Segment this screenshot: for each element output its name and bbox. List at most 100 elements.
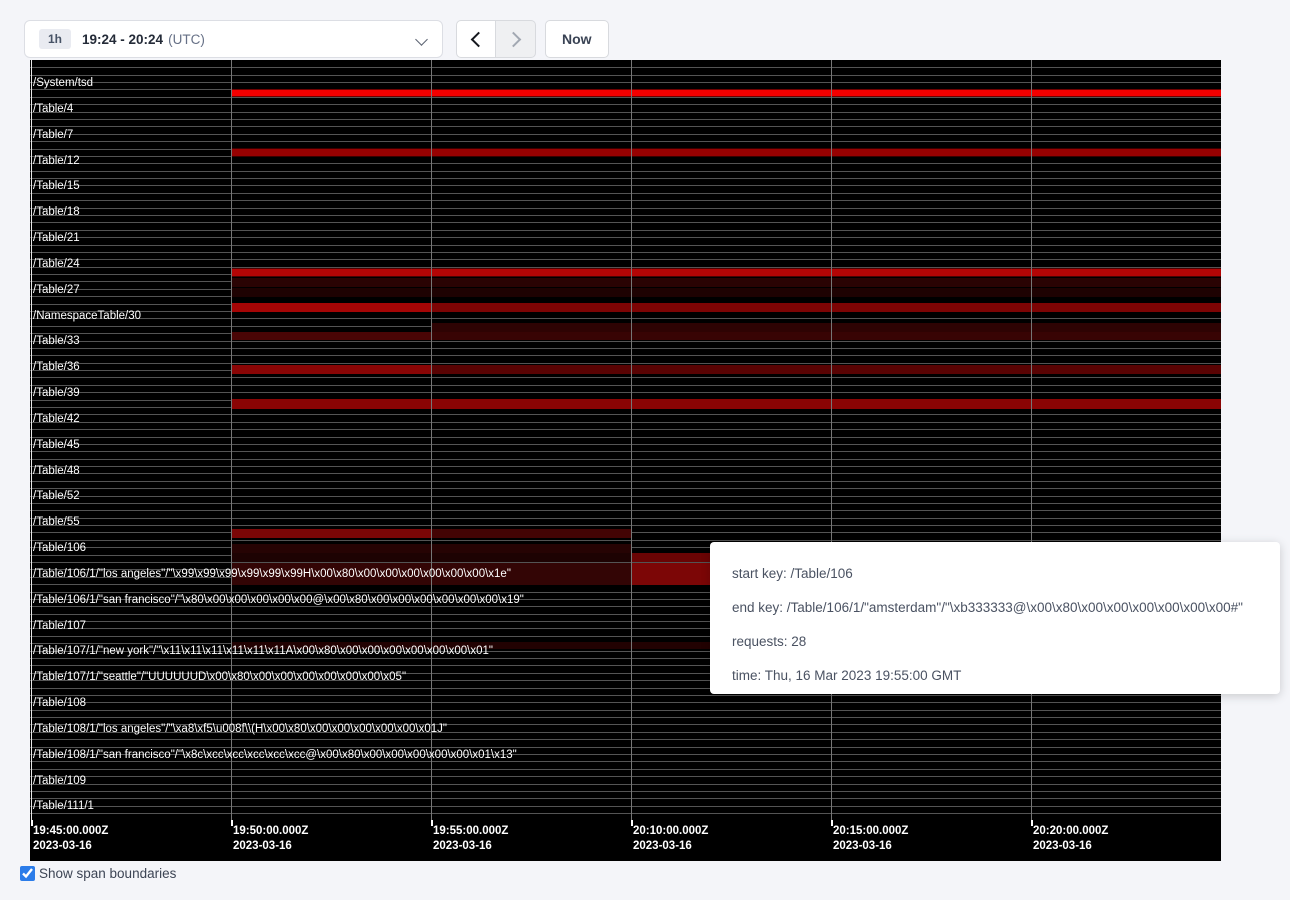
time-range-timezone: (UTC) xyxy=(168,32,205,47)
row-label: /Table/15 xyxy=(33,179,80,193)
row-label: /Table/106/1/"san francisco"/"\x80\x00\x… xyxy=(33,593,524,607)
span-boundary-line xyxy=(30,466,1221,467)
span-boundary-line xyxy=(30,813,1221,814)
row-label: /Table/108 xyxy=(33,696,86,710)
chevron-left-icon xyxy=(470,31,486,47)
span-boundary-line xyxy=(30,540,1221,541)
span-boundary-line xyxy=(30,171,1221,172)
heatmap-band xyxy=(231,332,431,341)
span-boundary-line xyxy=(30,791,1221,792)
span-boundary-line xyxy=(30,518,1221,519)
span-boundary-line xyxy=(30,178,1221,179)
span-boundary-line xyxy=(30,525,1221,526)
row-label: /Table/107 xyxy=(33,619,86,633)
time-range-select[interactable]: 1h 19:24 - 20:24 (UTC) xyxy=(24,20,443,58)
span-boundary-line xyxy=(30,717,1221,718)
span-boundary-line xyxy=(30,806,1221,807)
span-boundary-line xyxy=(30,702,1221,703)
next-time-button[interactable] xyxy=(496,20,536,58)
row-label: /Table/39 xyxy=(33,386,80,400)
span-boundary-line xyxy=(30,496,1221,497)
span-boundary-line xyxy=(30,769,1221,770)
chevron-right-icon xyxy=(506,31,522,47)
time-gridline xyxy=(431,60,432,820)
key-visualizer-heatmap[interactable]: /System/tsd/Table/4/Table/7/Table/12/Tab… xyxy=(30,60,1221,861)
time-range-preset-badge: 1h xyxy=(39,29,71,49)
axis-label: 20:15:00.000Z2023-03-16 xyxy=(833,824,908,854)
span-boundary-line xyxy=(30,67,1221,68)
now-button[interactable]: Now xyxy=(545,20,609,58)
span-boundary-line xyxy=(30,126,1221,127)
span-boundary-line xyxy=(30,163,1221,164)
row-label: /Table/36 xyxy=(33,360,80,374)
span-boundary-line xyxy=(30,451,1221,452)
footer: Show span boundaries xyxy=(20,866,176,881)
heatmap-band xyxy=(431,365,1221,374)
span-boundary-line xyxy=(30,459,1221,460)
span-boundary-line xyxy=(30,510,1221,511)
time-gridline xyxy=(831,60,832,820)
heatmap-tooltip: start key: /Table/106 end key: /Table/10… xyxy=(710,542,1280,694)
heatmap-band xyxy=(231,288,1221,298)
row-label: /Table/111/1 xyxy=(33,799,94,813)
row-label: /Table/106/1/"los angeles"/"\x99\x99\x99… xyxy=(33,567,511,581)
span-boundary-line xyxy=(30,348,1221,349)
row-label: /Table/4 xyxy=(33,102,73,116)
tooltip-time: time: Thu, 16 Mar 2023 19:55:00 GMT xyxy=(732,659,1258,693)
row-label: /Table/45 xyxy=(33,438,80,452)
toolbar: 1h 19:24 - 20:24 (UTC) Now xyxy=(0,0,1290,60)
heatmap-band xyxy=(231,148,1221,157)
span-boundary-line xyxy=(30,104,1221,105)
tooltip-end-key: end key: /Table/106/1/"amsterdam"/"\xb33… xyxy=(732,591,1258,625)
time-gridline xyxy=(231,60,232,820)
span-boundary-line xyxy=(30,112,1221,113)
span-boundary-line xyxy=(30,193,1221,194)
row-label: /Table/106 xyxy=(33,541,86,555)
show-span-boundaries-checkbox[interactable] xyxy=(20,866,35,881)
row-label: /Table/108/1/"san francisco"/"\x8c\xcc\x… xyxy=(33,748,517,762)
span-boundary-line xyxy=(30,377,1221,378)
axis-label: 20:10:00.000Z2023-03-16 xyxy=(633,824,708,854)
span-boundary-line xyxy=(30,237,1221,238)
span-boundary-line xyxy=(30,422,1221,423)
heatmap-band xyxy=(231,529,431,538)
span-boundary-line xyxy=(30,414,1221,415)
row-label: /NamespaceTable/30 xyxy=(33,309,141,323)
span-boundary-line xyxy=(30,355,1221,356)
heatmap-left-edge-line xyxy=(31,60,32,820)
row-label: /Table/27 xyxy=(33,283,80,297)
span-boundary-line xyxy=(30,481,1221,482)
span-boundary-line xyxy=(30,245,1221,246)
prev-time-button[interactable] xyxy=(456,20,496,58)
time-range-text: 19:24 - 20:24 xyxy=(82,32,163,47)
span-boundary-line xyxy=(30,503,1221,504)
span-boundary-line xyxy=(30,252,1221,253)
span-boundary-line xyxy=(30,695,1221,696)
heatmap-band xyxy=(231,303,431,312)
span-boundary-line xyxy=(30,437,1221,438)
row-label: /System/tsd xyxy=(33,76,93,90)
span-boundary-line xyxy=(30,363,1221,364)
heatmap-band xyxy=(231,89,1221,98)
tooltip-requests: requests: 28 xyxy=(732,625,1258,659)
span-boundary-line xyxy=(30,208,1221,209)
row-label: /Table/52 xyxy=(33,489,80,503)
span-boundary-line xyxy=(30,141,1221,142)
span-boundary-line xyxy=(30,119,1221,120)
time-gridline xyxy=(1031,60,1032,820)
time-gridline xyxy=(631,60,632,820)
axis-label: 19:45:00.000Z2023-03-16 xyxy=(33,824,108,854)
span-boundary-line xyxy=(30,259,1221,260)
show-span-boundaries-label: Show span boundaries xyxy=(39,866,176,881)
span-boundary-line xyxy=(30,341,1221,342)
span-boundary-line xyxy=(30,82,1221,83)
row-label: /Table/33 xyxy=(33,334,80,348)
span-boundary-line xyxy=(30,230,1221,231)
axis-label: 20:20:00.000Z2023-03-16 xyxy=(1033,824,1108,854)
span-boundary-line xyxy=(30,784,1221,785)
span-boundary-line xyxy=(30,385,1221,386)
span-boundary-line xyxy=(30,710,1221,711)
heatmap-band xyxy=(231,278,1221,288)
row-label: /Table/55 xyxy=(33,515,80,529)
row-label: /Table/7 xyxy=(33,128,73,142)
